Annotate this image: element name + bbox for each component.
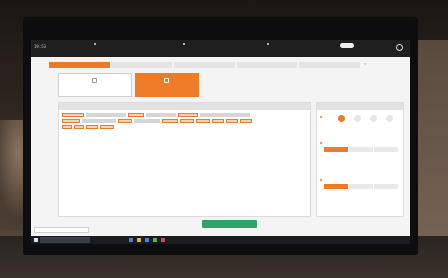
- text-tag[interactable]: [128, 113, 144, 117]
- text-line[interactable]: [62, 119, 308, 123]
- windows-start-icon[interactable]: [34, 238, 38, 242]
- text-tag[interactable]: [118, 119, 132, 123]
- text-panel-header: [59, 103, 310, 110]
- segment-option[interactable]: [349, 184, 373, 189]
- text-tag[interactable]: [86, 125, 98, 129]
- text-tag[interactable]: [100, 125, 114, 129]
- tab-5[interactable]: [299, 62, 360, 68]
- tab-1[interactable]: [49, 62, 110, 68]
- settings-panel-title: [317, 104, 403, 109]
- settings-row-3: [320, 178, 402, 190]
- text-tag[interactable]: [180, 119, 194, 123]
- document-icon: [92, 78, 97, 83]
- segment-option[interactable]: [324, 184, 348, 189]
- header-toggle[interactable]: [340, 43, 354, 48]
- bottom-label: [34, 221, 46, 225]
- segment-option[interactable]: [374, 184, 398, 189]
- settings-panel: [316, 102, 404, 217]
- step-label: [75, 47, 115, 51]
- tab-2[interactable]: [111, 62, 173, 68]
- segment-option[interactable]: [374, 147, 398, 152]
- text-tag[interactable]: [196, 119, 210, 123]
- step-1[interactable]: [75, 43, 115, 55]
- settings-row-label: [324, 141, 338, 145]
- bullet-icon: [320, 116, 322, 118]
- text-line[interactable]: [62, 113, 308, 117]
- settings-panel-header: [317, 103, 403, 110]
- segment-option[interactable]: [324, 147, 348, 152]
- text-segment: [134, 119, 160, 123]
- option-button[interactable]: [338, 115, 345, 122]
- option-button[interactable]: [354, 115, 361, 122]
- screen: 19:53 ›: [31, 40, 410, 244]
- tab-4[interactable]: [236, 62, 298, 68]
- step-label: [248, 47, 288, 51]
- text-tag[interactable]: [62, 125, 72, 129]
- power-icon[interactable]: [396, 44, 403, 51]
- mode-card-label: [136, 87, 198, 92]
- text-segment: [86, 113, 126, 117]
- step-label: [164, 47, 204, 51]
- header-right-text: [367, 46, 383, 50]
- text-segment: [82, 119, 116, 123]
- mode-card-2[interactable]: [135, 73, 199, 97]
- mode-card-1[interactable]: [58, 73, 132, 97]
- settings-row-label: [324, 115, 338, 119]
- text-tag[interactable]: [74, 125, 84, 129]
- folder-icon[interactable]: [137, 238, 141, 242]
- segment-option[interactable]: [349, 147, 373, 152]
- text-segment: [200, 113, 250, 117]
- chevron-right-icon[interactable]: ›: [364, 61, 369, 69]
- settings-row-label: [324, 178, 338, 182]
- settings-row-2: [320, 141, 402, 153]
- mode-card-label: [59, 87, 131, 92]
- step-2[interactable]: [164, 43, 204, 55]
- step-dot-icon: [94, 43, 96, 45]
- bullet-icon: [320, 142, 322, 144]
- document-icon: [164, 78, 169, 83]
- bottom-input[interactable]: [34, 227, 89, 233]
- step-tabs: [49, 62, 362, 68]
- text-tag[interactable]: [178, 113, 198, 117]
- text-line[interactable]: [62, 125, 308, 129]
- taskbar-app-icon[interactable]: [129, 238, 133, 242]
- text-panel-title: [59, 104, 310, 109]
- clock: 19:53: [34, 44, 47, 49]
- taskbar-app-icon[interactable]: [153, 238, 157, 242]
- top-right-text: [375, 61, 395, 68]
- text-tag[interactable]: [212, 119, 224, 123]
- text-panel: [58, 102, 311, 217]
- app-body: ›: [31, 57, 410, 244]
- taskbar-app-icon[interactable]: [161, 238, 165, 242]
- text-panel-header-button[interactable]: [287, 104, 307, 109]
- step-dot-icon: [267, 43, 269, 45]
- taskbar: [31, 236, 410, 244]
- option-button[interactable]: [386, 115, 393, 122]
- text-tag[interactable]: [62, 119, 80, 123]
- text-tag[interactable]: [162, 119, 178, 123]
- text-tag[interactable]: [240, 119, 252, 123]
- text-tag[interactable]: [226, 119, 238, 123]
- bullet-icon: [320, 179, 322, 181]
- text-tag[interactable]: [62, 113, 84, 117]
- option-button[interactable]: [370, 115, 377, 122]
- step-dot-icon: [183, 43, 185, 45]
- text-segment: [146, 113, 176, 117]
- browser-icon[interactable]: [145, 238, 149, 242]
- start-button-label: [202, 220, 257, 228]
- step-3[interactable]: [248, 43, 288, 55]
- settings-row-1: [320, 115, 402, 123]
- system-tray: [331, 238, 391, 242]
- app-header: 19:53: [31, 40, 410, 57]
- tab-3[interactable]: [174, 62, 235, 68]
- taskbar-search[interactable]: [40, 237, 90, 243]
- start-button[interactable]: [202, 220, 257, 228]
